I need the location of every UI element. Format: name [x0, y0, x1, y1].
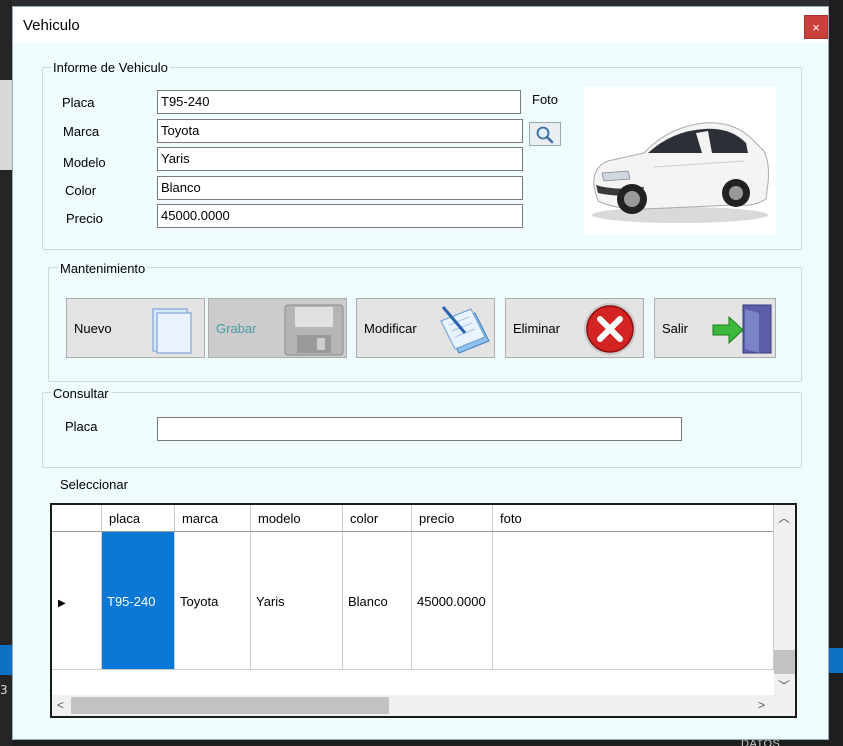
grabar-button[interactable]: Grabar: [208, 298, 347, 358]
title-bar[interactable]: Vehiculo ×: [13, 7, 828, 43]
close-icon: ×: [812, 20, 820, 35]
grid-scroll-corner: [774, 695, 795, 716]
modelo-input[interactable]: Yaris: [157, 147, 523, 171]
background-app-right-panel: [829, 0, 843, 746]
background-app-status-band-right: [829, 648, 843, 673]
placa-input[interactable]: T95-240: [157, 90, 521, 114]
grid-header-foto[interactable]: foto: [493, 505, 774, 532]
select-label: Seleccionar: [60, 477, 128, 492]
grid-cell-marca[interactable]: Toyota: [175, 532, 251, 670]
exit-door-icon: [712, 304, 772, 354]
foto-label: Foto: [532, 92, 559, 107]
placa-label: Placa: [62, 95, 95, 110]
grid-header-placa[interactable]: placa: [102, 505, 175, 532]
edit-document-icon: [440, 306, 490, 354]
grid-header-color[interactable]: color: [343, 505, 412, 532]
nuevo-button[interactable]: Nuevo: [66, 298, 205, 358]
scroll-down-icon[interactable]: ﹀: [778, 677, 790, 694]
delete-x-icon: [584, 303, 636, 355]
consult-placa-input[interactable]: [157, 417, 682, 441]
color-input[interactable]: Blanco: [157, 176, 523, 200]
maintenance-group-title: Mantenimiento: [58, 261, 148, 276]
grid-cell-placa[interactable]: T95-240: [102, 532, 175, 670]
grid-cell-precio[interactable]: 45000.0000: [412, 532, 493, 670]
scroll-up-icon[interactable]: ︿: [778, 509, 790, 526]
precio-label: Precio: [66, 211, 103, 226]
background-app-line-number: 3: [0, 683, 8, 697]
consult-placa-label: Placa: [65, 419, 98, 434]
scroll-left-icon[interactable]: <: [57, 698, 64, 712]
grabar-button-label: Grabar: [216, 321, 257, 336]
modificar-button[interactable]: Modificar: [356, 298, 495, 358]
scroll-right-icon[interactable]: >: [758, 698, 765, 712]
consult-group-title: Consultar: [51, 386, 111, 401]
grid-header-marca[interactable]: marca: [175, 505, 251, 532]
eliminar-button-label: Eliminar: [513, 321, 560, 336]
salir-button[interactable]: Salir: [654, 298, 776, 358]
save-floppy-icon: [284, 304, 344, 356]
car-image-icon: [592, 122, 769, 223]
grid-cell-foto[interactable]: [493, 532, 774, 670]
grid-row-header-column: [52, 505, 102, 532]
nuevo-button-label: Nuevo: [74, 321, 112, 336]
vehiculo-window: Vehiculo × Informe de Vehiculo Placa T95…: [12, 6, 829, 740]
vehicle-photo: [584, 87, 776, 235]
grid-horizontal-scrollbar[interactable]: < >: [52, 695, 774, 716]
grid-header-modelo[interactable]: modelo: [251, 505, 343, 532]
window-title: Vehiculo: [23, 17, 80, 34]
vehicles-grid[interactable]: placa marca modelo color precio foto ▶ T…: [50, 503, 797, 718]
marca-label: Marca: [63, 124, 100, 139]
background-app-status-band: [0, 645, 12, 675]
marca-input[interactable]: Toyota: [157, 119, 523, 143]
grid-horizontal-scroll-thumb[interactable]: [71, 697, 389, 714]
modificar-button-label: Modificar: [364, 321, 417, 336]
row-indicator-icon: ▶: [58, 598, 66, 609]
new-document-icon: [152, 308, 192, 354]
close-button[interactable]: ×: [804, 15, 828, 39]
precio-input[interactable]: 45000.0000: [157, 204, 523, 228]
color-label: Color: [65, 183, 97, 198]
grid-cell-modelo[interactable]: Yaris: [251, 532, 343, 670]
grid-cell-color[interactable]: Blanco: [343, 532, 412, 670]
grid-row-indicator[interactable]: ▶: [52, 532, 102, 670]
search-photo-button[interactable]: [529, 122, 561, 146]
grid-vertical-scroll-thumb[interactable]: [774, 650, 795, 674]
background-app-left-panel-light: [0, 80, 12, 170]
grid-vertical-scrollbar[interactable]: ︿ ﹀: [774, 505, 795, 695]
salir-button-label: Salir: [662, 321, 689, 336]
modelo-label: Modelo: [63, 155, 106, 170]
eliminar-button[interactable]: Eliminar: [505, 298, 644, 358]
magnifier-icon: [536, 126, 554, 144]
grid-header-precio[interactable]: precio: [412, 505, 493, 532]
info-group-title: Informe de Vehiculo: [51, 60, 170, 75]
